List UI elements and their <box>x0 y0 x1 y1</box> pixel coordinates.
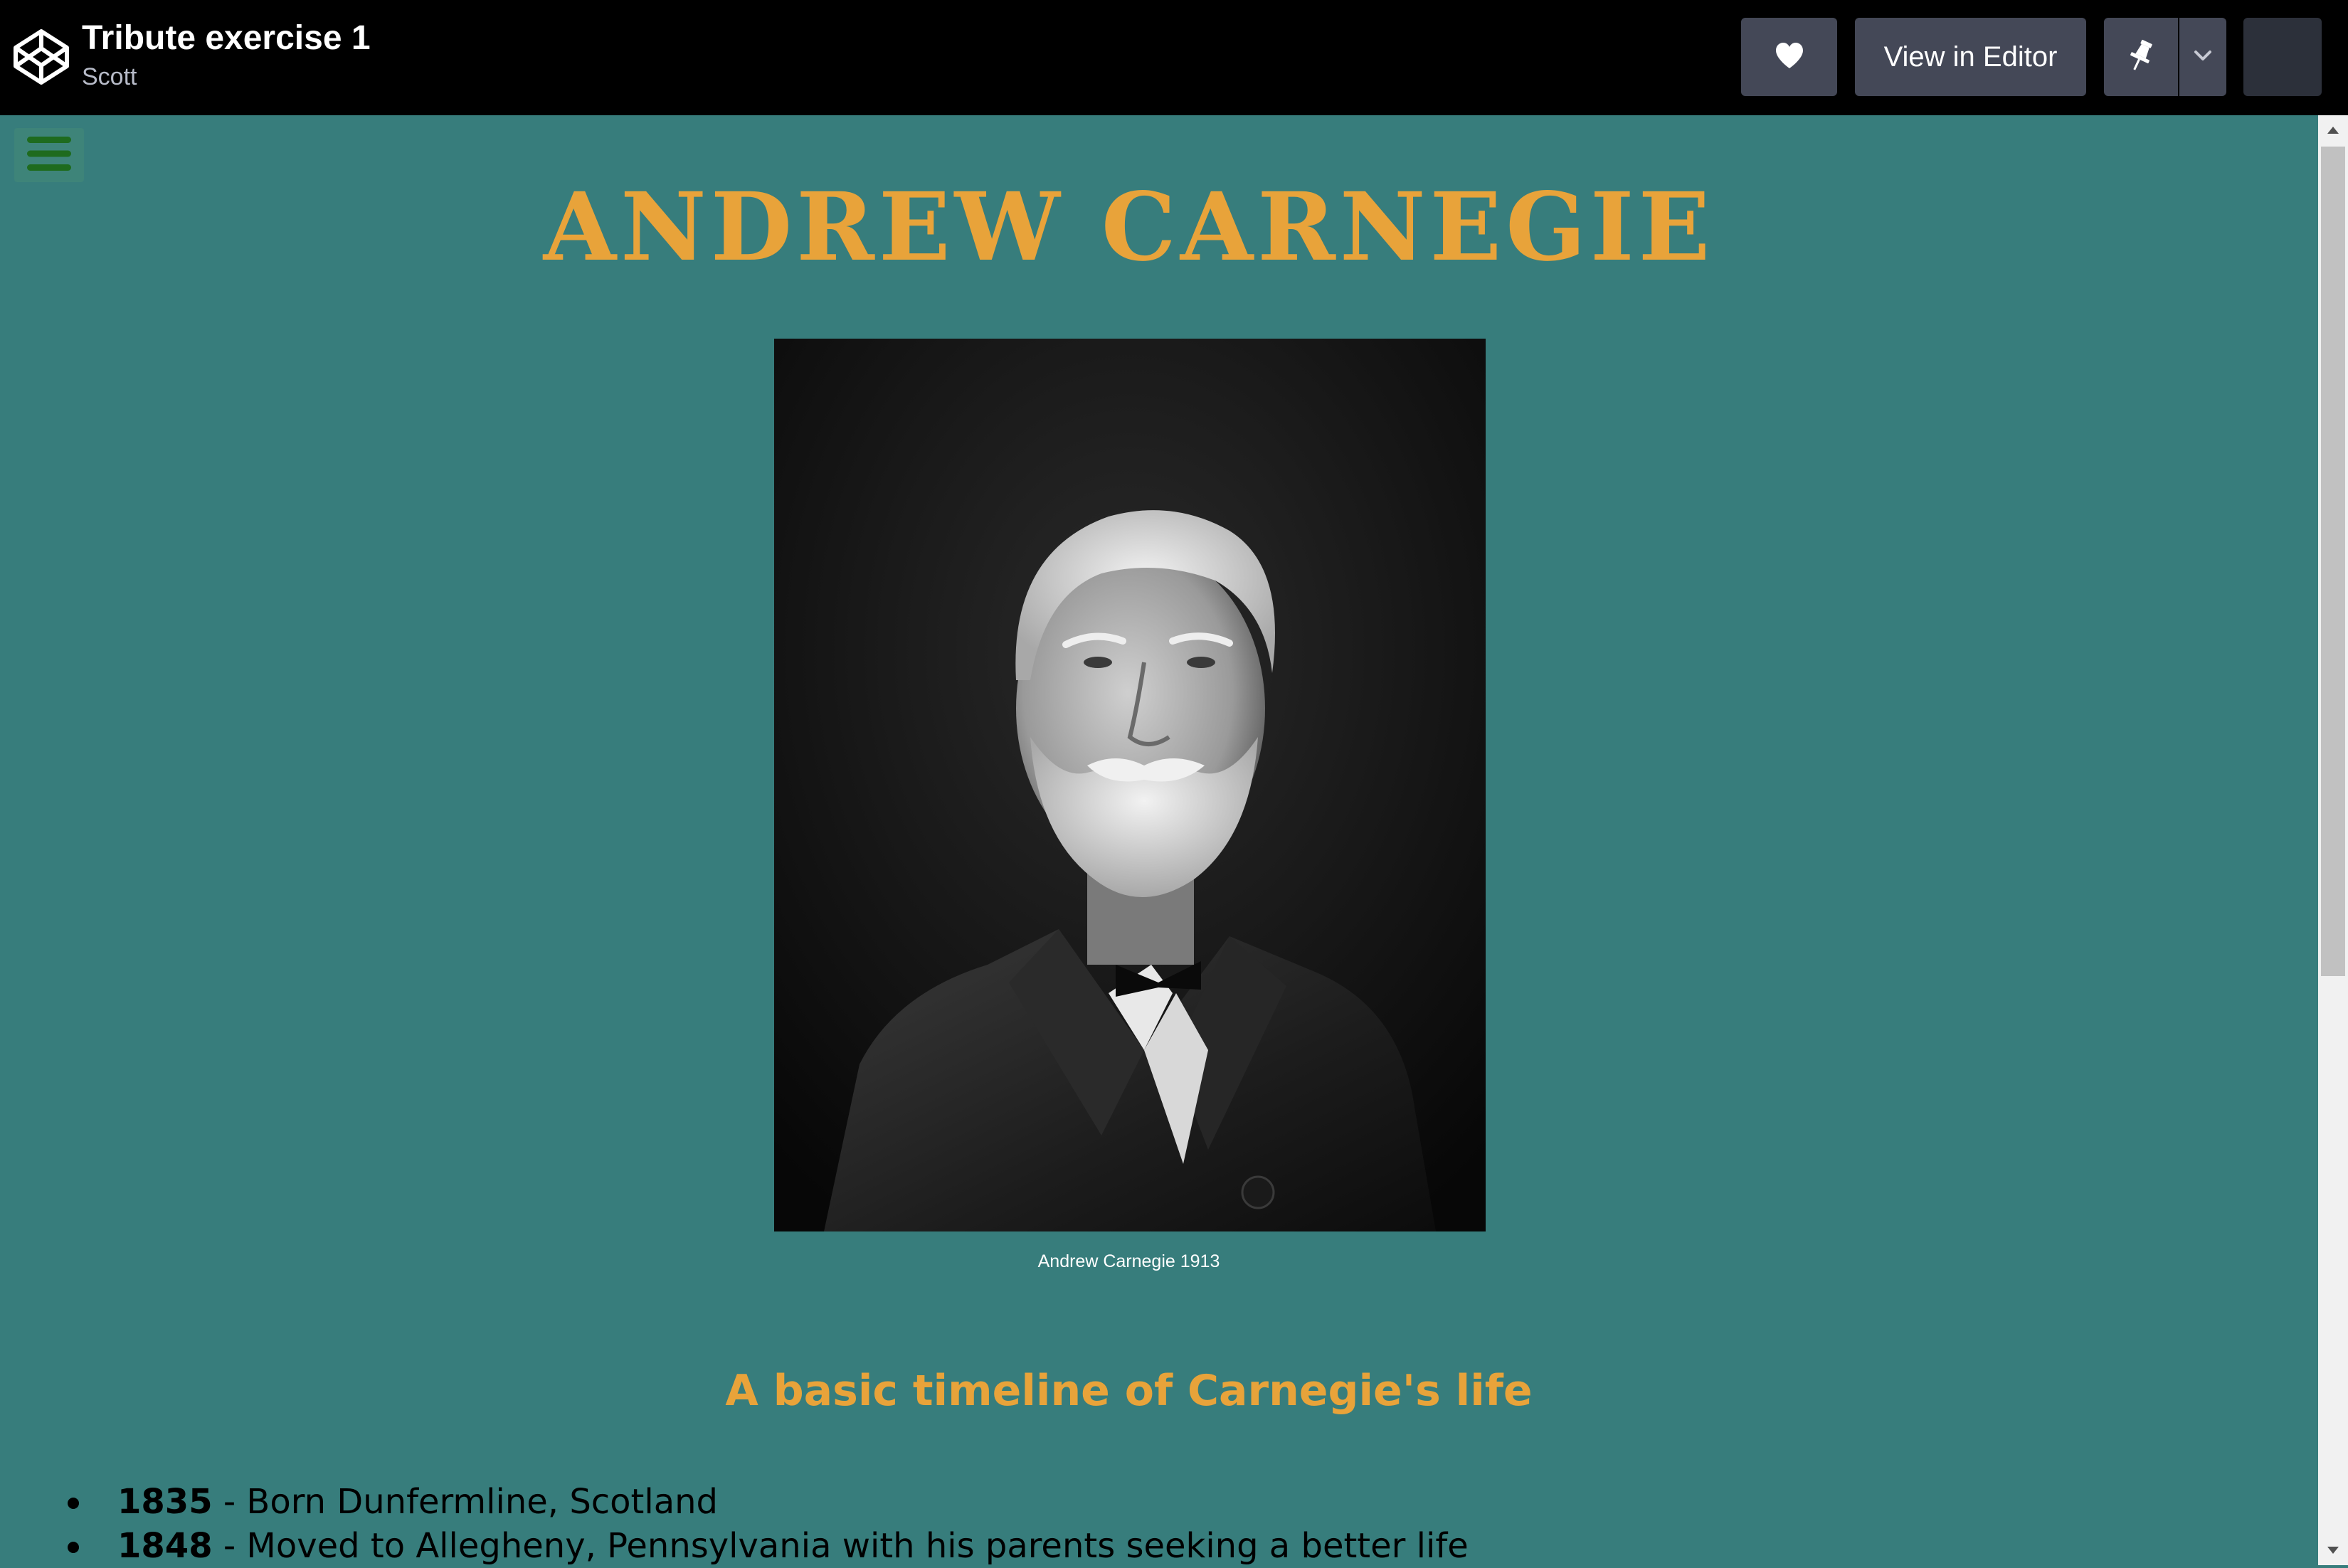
scroll-down-arrow-icon[interactable] <box>2318 1535 2348 1565</box>
page-title: ANDREW CARNEGIE <box>543 172 1715 282</box>
scroll-up-arrow-icon[interactable] <box>2318 115 2348 145</box>
user-avatar[interactable] <box>2243 18 2322 96</box>
codepen-logo-icon[interactable] <box>11 27 71 87</box>
codepen-header: Tribute exercise 1 Scott View in Editor <box>0 0 2348 115</box>
pin-button[interactable] <box>2104 18 2178 96</box>
pin-options-button[interactable] <box>2179 18 2226 96</box>
like-button[interactable] <box>1741 18 1837 96</box>
timeline-year: 1835 <box>117 1482 213 1522</box>
timeline-text: - Moved to Allegheny, Pennsylvania with … <box>212 1526 1469 1566</box>
timeline-item: 1835 - Born Dunfermline, Scotland <box>0 1480 2258 1524</box>
chevron-down-icon <box>2194 50 2212 64</box>
timeline-item: 1848 - Moved to Allegheny, Pennsylvania … <box>0 1524 2258 1568</box>
pin-icon <box>2127 39 2155 75</box>
scrollbar-thumb[interactable] <box>2321 147 2345 976</box>
timeline-list: 1835 - Born Dunfermline, Scotland 1848 -… <box>0 1480 2258 1568</box>
pen-author-link[interactable]: Scott <box>82 60 137 94</box>
view-in-editor-button[interactable]: View in Editor <box>1855 18 2086 96</box>
carnegie-portrait-image <box>774 339 1486 1231</box>
image-caption: Andrew Carnegie 1913 <box>1037 1251 1220 1271</box>
timeline-heading: A basic timeline of Carnegie's life <box>725 1366 1533 1416</box>
heart-icon <box>1775 42 1804 72</box>
pen-title: Tribute exercise 1 <box>82 19 371 57</box>
timeline-year: 1848 <box>117 1526 213 1566</box>
timeline-text: - Born Dunfermline, Scotland <box>212 1482 719 1522</box>
vertical-scrollbar[interactable] <box>2318 115 2348 1565</box>
